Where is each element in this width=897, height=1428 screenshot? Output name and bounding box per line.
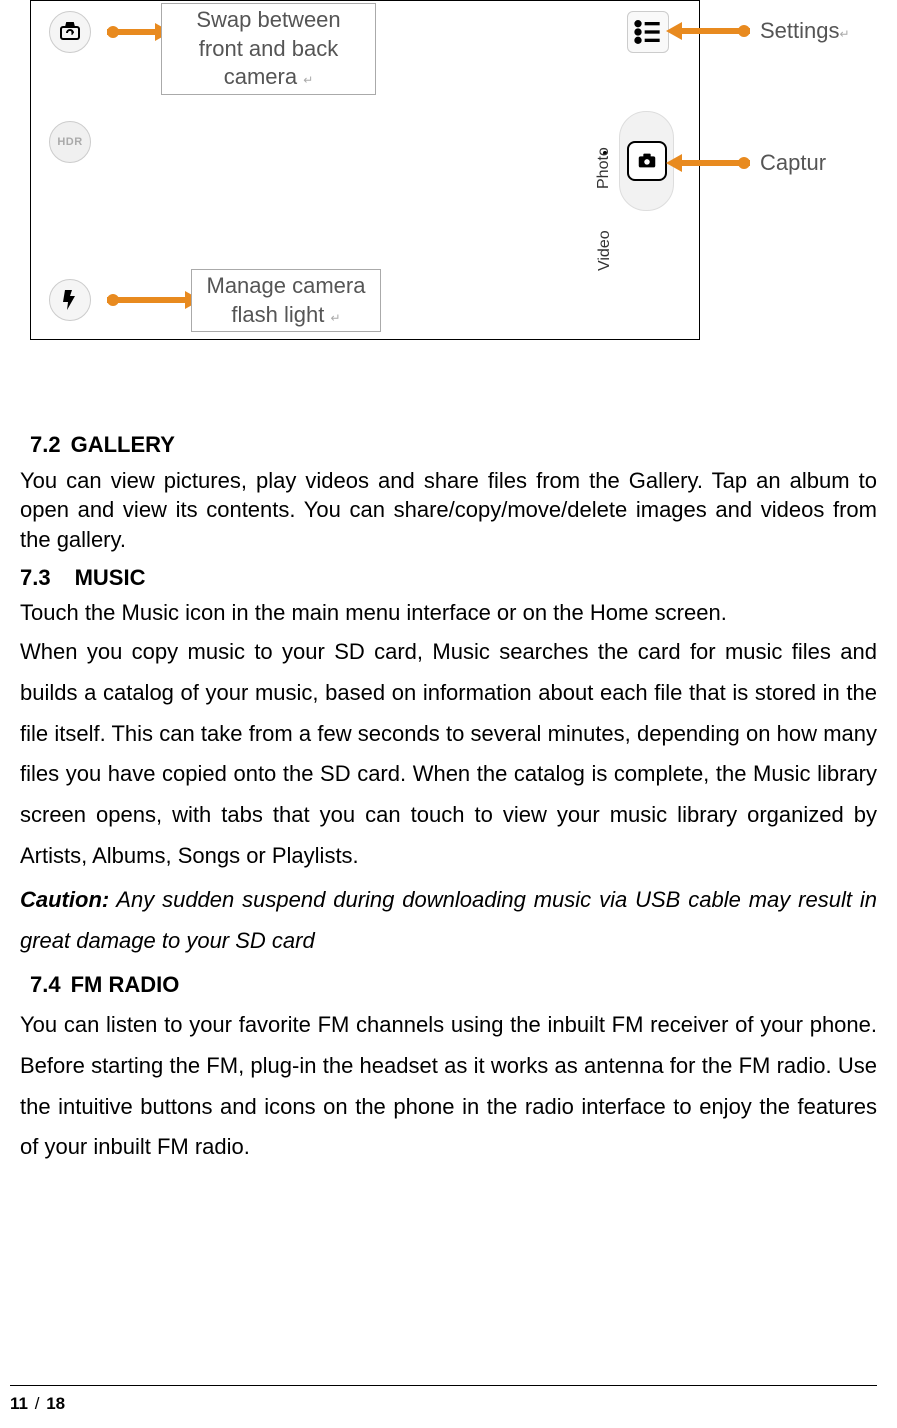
fm-radio-paragraph: You can listen to your favorite FM chann… (20, 1005, 877, 1168)
document-body: 7.2 GALLERY You can view pictures, play … (20, 430, 877, 1168)
heading-7-3: 7.3 MUSIC (20, 563, 877, 593)
page-sep: / (35, 1394, 40, 1413)
flash-callout: Manage camera flash light ↵ (191, 269, 381, 332)
music-paragraph-2: When you copy music to your SD card, Mus… (20, 632, 877, 876)
flash-icon (49, 279, 91, 321)
callout-text: Swap between front and back camera (196, 7, 340, 89)
hdr-label: HDR (57, 136, 82, 148)
video-label: Video (596, 230, 614, 271)
music-paragraph-1: Touch the Music icon in the main menu in… (20, 598, 877, 628)
swap-camera-callout: Swap between front and back camera ↵ (161, 3, 376, 95)
heading-title: GALLERY (71, 430, 175, 460)
heading-number: 7.4 (30, 970, 61, 1000)
page-number: 11 / 18 (10, 1394, 65, 1414)
gallery-paragraph: You can view pictures, play videos and s… (20, 466, 877, 555)
arrow-icon (107, 297, 187, 303)
photo-label: Photo (595, 147, 613, 189)
caution-body: Any sudden suspend during downloading mu… (20, 887, 877, 953)
page-total: 18 (46, 1394, 65, 1413)
settings-label: Settings↵ (760, 18, 850, 44)
music-caution: Caution: Any sudden suspend during downl… (20, 880, 877, 961)
heading-number: 7.3 (20, 563, 51, 593)
camera-icon (627, 141, 667, 181)
callout-text: Manage camera flash light (207, 273, 366, 327)
heading-7-2: 7.2 GALLERY (20, 430, 877, 460)
page-current: 11 (10, 1394, 28, 1413)
camera-annotated-figure: Swap between front and back camera ↵ HDR… (30, 0, 700, 340)
arrow-icon (680, 160, 750, 166)
heading-7-4: 7.4 FM RADIO (20, 970, 877, 1000)
footer-divider (10, 1385, 877, 1386)
arrow-icon (107, 29, 157, 35)
arrow-icon (680, 28, 750, 34)
hdr-icon: HDR (49, 121, 91, 163)
heading-title: FM RADIO (71, 970, 180, 1000)
caution-label: Caution: (20, 887, 109, 912)
heading-number: 7.2 (30, 430, 61, 460)
settings-icon (627, 11, 669, 53)
swap-camera-icon (49, 11, 91, 53)
heading-title: MUSIC (75, 563, 146, 593)
capture-label: Captur (760, 150, 826, 176)
